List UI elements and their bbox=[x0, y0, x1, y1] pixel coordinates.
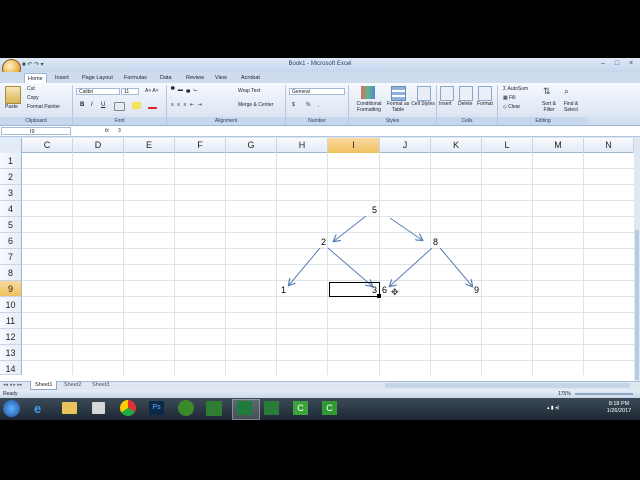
arrow-8-to-6 bbox=[390, 247, 433, 286]
zoom-level[interactable]: 175% bbox=[558, 391, 571, 397]
tray-icons[interactable]: ▴ ▮ ◂) bbox=[547, 405, 559, 411]
node-9: 9 bbox=[474, 285, 480, 295]
sheet-tab-sheet3[interactable]: Sheet3 bbox=[88, 381, 113, 389]
internet-explorer-icon[interactable]: e bbox=[34, 401, 41, 416]
arrow-2-to-1 bbox=[289, 247, 321, 285]
app-green-icon[interactable] bbox=[206, 401, 222, 416]
zoom-slider[interactable] bbox=[575, 393, 633, 395]
system-clock[interactable]: 8:18 PM 1/26/2017 bbox=[598, 401, 640, 415]
move-cursor-icon: ✥ bbox=[391, 287, 399, 297]
sheet-tab-sheet2[interactable]: Sheet2 bbox=[60, 381, 85, 389]
spreadsheet-icon[interactable] bbox=[264, 401, 279, 415]
vertical-scroll-thumb[interactable] bbox=[635, 230, 639, 380]
node-2: 2 bbox=[321, 237, 327, 247]
node-6: 6 bbox=[382, 285, 388, 295]
photoshop-icon[interactable]: Ps bbox=[149, 401, 164, 415]
arrow-5-to-8 bbox=[389, 217, 422, 240]
camtasia-recorder-icon[interactable]: C bbox=[322, 401, 337, 415]
arrow-5-to-2 bbox=[334, 215, 367, 241]
sheet-nav-icons[interactable]: ◂◂ ◂ ▸ ▸▸ bbox=[3, 382, 22, 388]
start-button[interactable] bbox=[3, 400, 20, 417]
chrome-icon[interactable] bbox=[120, 400, 136, 416]
utorrent-icon[interactable] bbox=[178, 400, 194, 416]
clock-time: 8:18 PM bbox=[608, 401, 630, 407]
media-player-icon[interactable] bbox=[92, 402, 105, 414]
node-5: 5 bbox=[372, 205, 378, 215]
folder-icon[interactable] bbox=[62, 402, 77, 414]
node-8: 8 bbox=[433, 237, 439, 247]
active-cell-i9[interactable] bbox=[329, 282, 380, 297]
clock-date: 1/26/2017 bbox=[606, 408, 632, 414]
sheet-tab-sheet1[interactable]: Sheet1 bbox=[30, 381, 58, 390]
status-bar bbox=[0, 390, 640, 398]
arrow-8-to-9 bbox=[439, 247, 472, 286]
excel-icon bbox=[237, 401, 252, 415]
node-1: 1 bbox=[281, 285, 287, 295]
camtasia-icon[interactable]: C bbox=[293, 401, 308, 415]
horizontal-scrollbar[interactable] bbox=[385, 383, 630, 388]
arrow-2-to-3 bbox=[327, 247, 372, 286]
status-ready: Ready bbox=[3, 391, 18, 397]
fill-handle[interactable] bbox=[377, 294, 381, 298]
